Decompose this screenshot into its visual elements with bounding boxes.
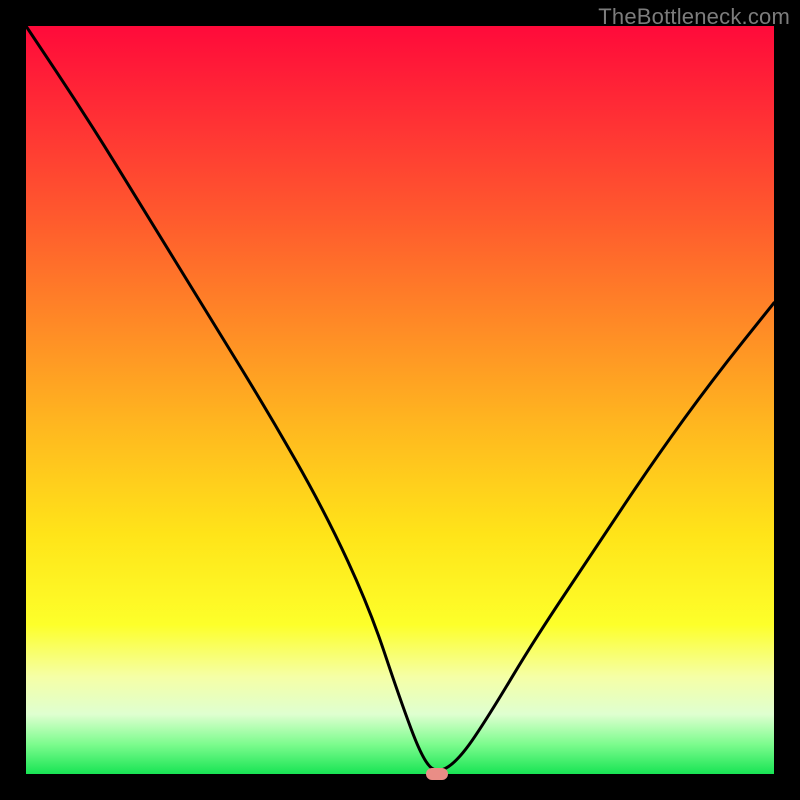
bottleneck-curve xyxy=(26,26,774,774)
chart-frame: TheBottleneck.com xyxy=(0,0,800,800)
watermark-text: TheBottleneck.com xyxy=(598,4,790,30)
plot-area xyxy=(26,26,774,774)
bottleneck-curve-path xyxy=(26,26,774,770)
minimum-marker xyxy=(426,768,448,780)
